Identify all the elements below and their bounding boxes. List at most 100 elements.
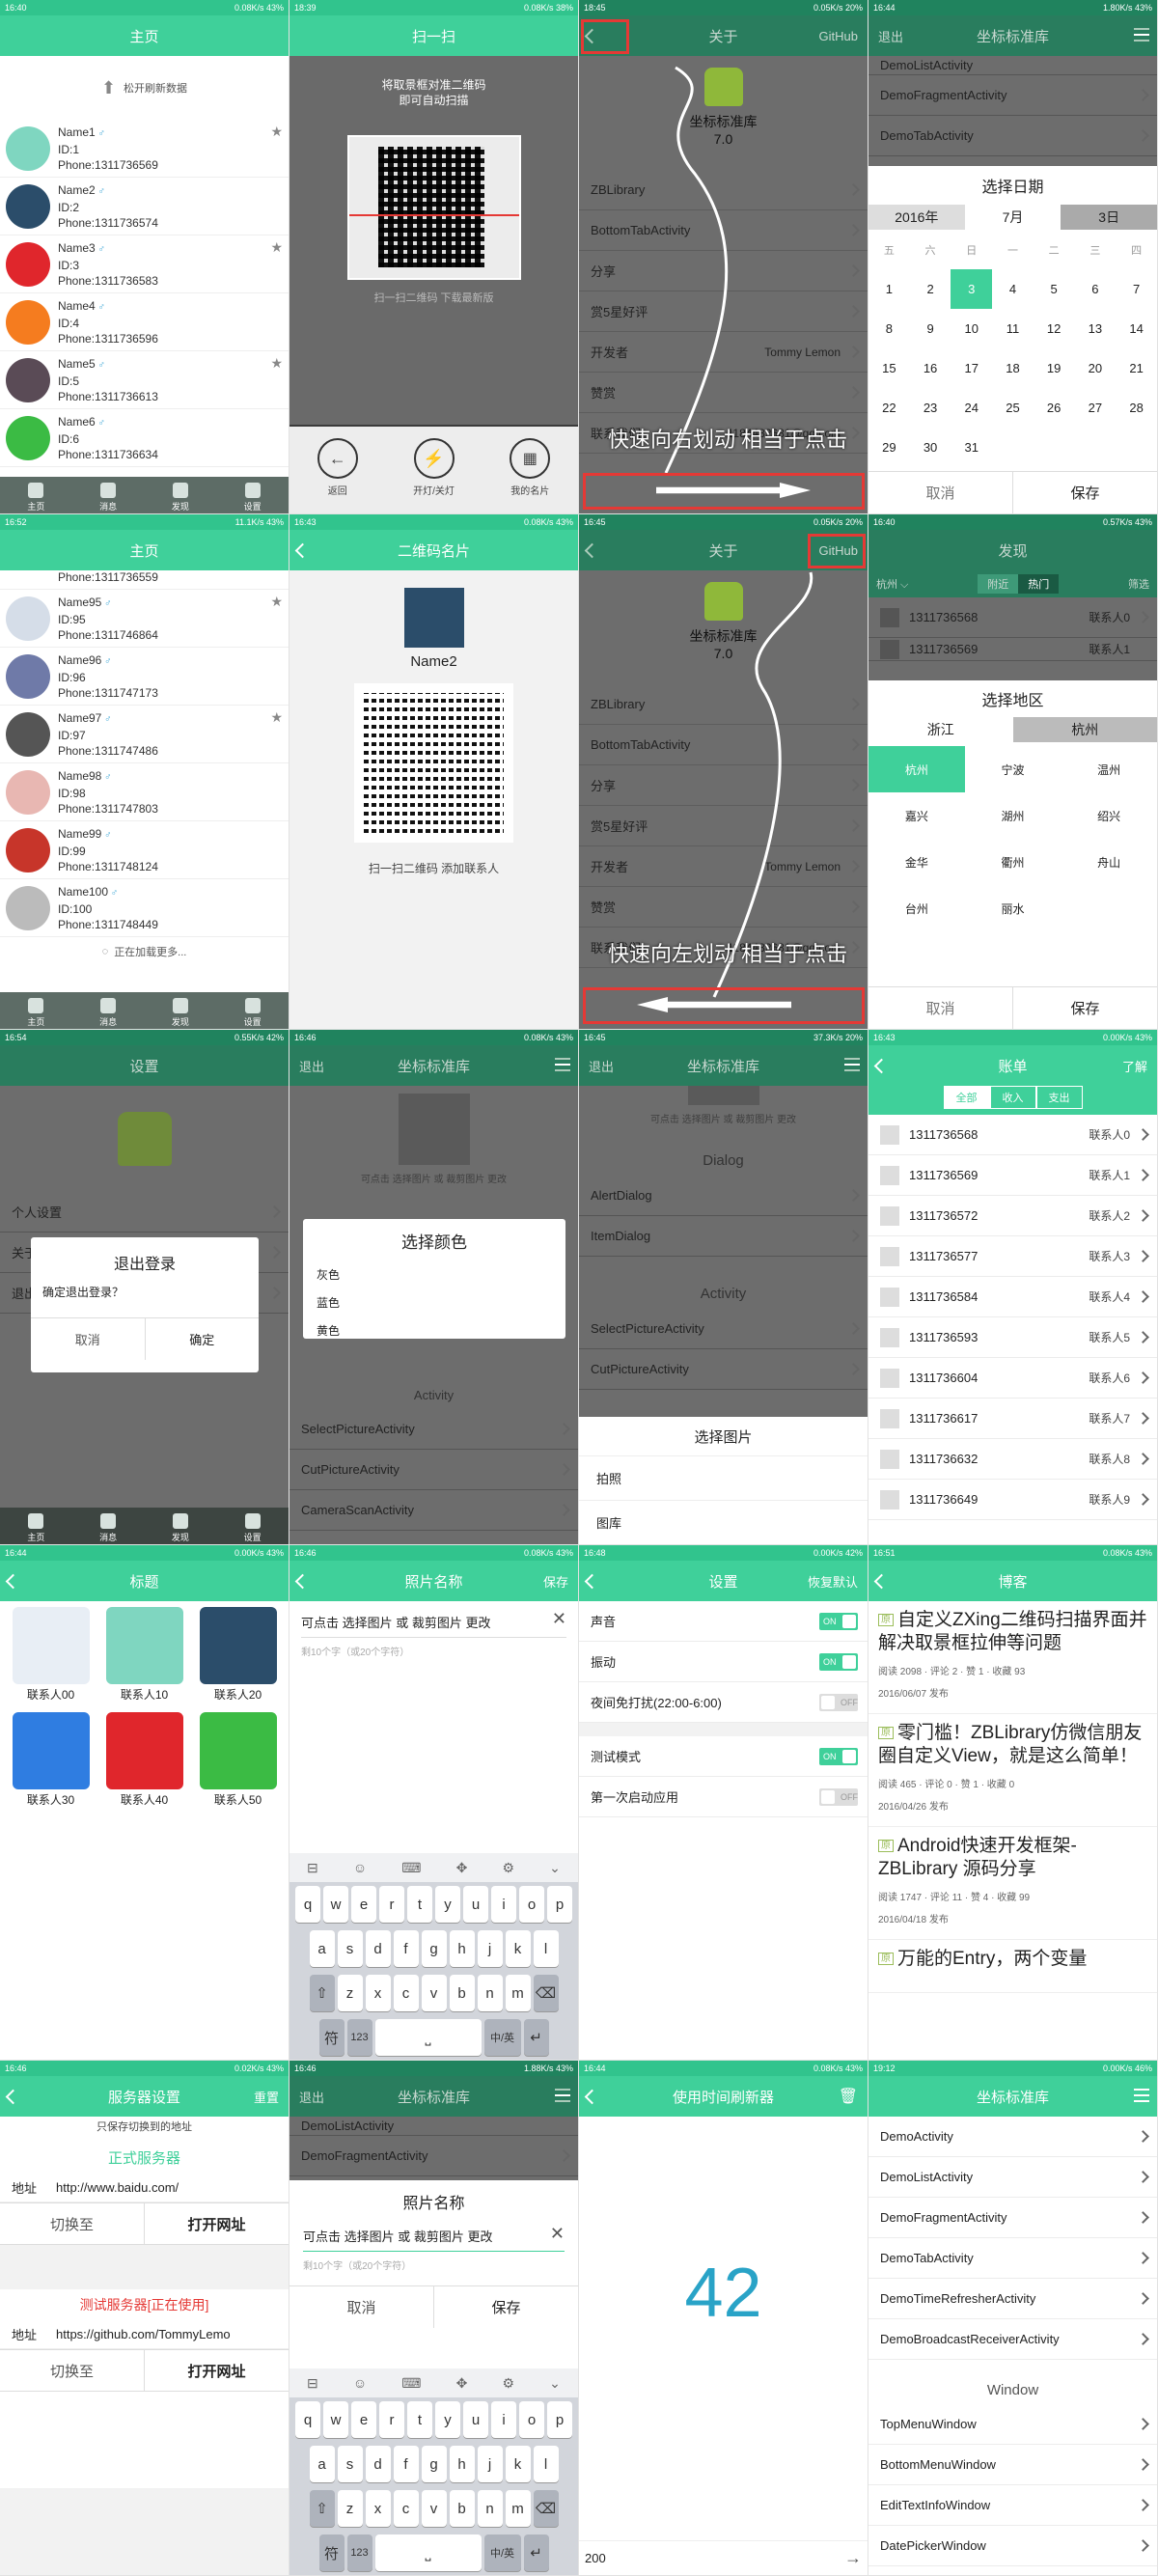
bill-row[interactable]: 1311736584 联系人4 [868,1277,1157,1317]
name-input[interactable]: 可点击 选择图片 或 裁剪图片 更改 [301,1613,566,1638]
city-cell[interactable]: 衢州 [965,839,1062,885]
key[interactable]: m [505,2490,531,2527]
my-card-button[interactable]: ▦ 我的名片 [510,438,551,497]
day-cell[interactable]: 20 [1075,348,1117,388]
segment-expense[interactable]: 支出 [1035,1086,1083,1109]
back-chevron-icon[interactable] [584,542,600,558]
blog-post[interactable]: 原 Android快速开发框架-ZBLibrary 源码分享 阅读 1747 · 评… [868,1827,1157,1941]
city-tab[interactable]: 杭州 [1012,717,1157,742]
list-item[interactable]: DemoListActivity [290,2117,578,2136]
reset-defaults-button[interactable]: 恢复默认 [808,1572,858,1591]
back-chevron-icon[interactable] [5,2089,21,2104]
blog-post[interactable]: 原零门槛！ZBLibrary仿微信朋友圈自定义View，就是这么简单！ 阅读 46… [868,1714,1157,1828]
user-row[interactable]: Name4 ♂ ID:4 Phone:1311736596 [0,293,289,351]
cancel-button[interactable]: 取消 [868,987,1012,1029]
tab-home[interactable]: 主页 [0,1508,72,1544]
day-cell[interactable]: 10 [951,309,992,348]
space-key[interactable]: ⎵ [374,2534,482,2571]
tab-discover[interactable]: 发现 [145,1508,217,1544]
key[interactable]: f [393,1930,419,1967]
key[interactable]: z [337,1975,363,2011]
bill-row[interactable]: 1311736569 联系人1 [868,1155,1157,1196]
symbol-key[interactable]: 符 [318,2019,345,2056]
switch-prod-button[interactable]: 切换至 [0,2203,144,2244]
clear-icon[interactable]: ✕ [550,2224,565,2244]
key[interactable]: i [491,1886,516,1923]
flash-toggle-button[interactable]: ⚡ 开灯/关灯 [413,438,455,497]
day-cell[interactable]: 21 [1116,348,1157,388]
emoji-icon[interactable]: ☺ [353,2375,367,2391]
list-item[interactable]: DemoBroadcastReceiverActivity [868,2319,1157,2360]
bill-row[interactable]: 1311736617 联系人7 [868,1399,1157,1439]
key[interactable]: g [421,2446,447,2482]
day-cell[interactable]: 15 [868,348,910,388]
back-button[interactable]: ← 返回 [317,438,358,497]
tab-home[interactable]: 主页 [0,992,72,1029]
day-selector[interactable]: 3日 [1061,205,1157,230]
cursor-icon[interactable]: ✥ [456,1860,468,1876]
key[interactable]: m [505,1975,531,2011]
key[interactable]: k [505,1930,531,1967]
back-chevron-icon[interactable] [873,1058,890,1073]
reset-button[interactable]: 重置 [254,2088,279,2106]
back-chevron-icon[interactable] [294,542,311,558]
bill-row[interactable]: 1311736593 联系人5 [868,1317,1157,1358]
sheet-option-gallery[interactable]: 图库 [579,1500,868,1544]
open-test-url-button[interactable]: 打开网址 [144,2350,289,2391]
key[interactable]: r [379,2401,404,2438]
list-item[interactable]: DemoListActivity [868,2157,1157,2198]
key[interactable]: l [533,1930,559,1967]
city-cell[interactable]: 台州 [868,885,965,931]
user-row[interactable]: Name96 ♂ ID:96 Phone:1311747173 [0,648,289,706]
tab-messages[interactable]: 消息 [72,477,145,513]
city-dropdown[interactable]: 杭州 ⌵ [876,576,908,592]
shift-key[interactable]: ⇧ [309,1975,335,2011]
tab-messages[interactable]: 消息 [72,992,145,1029]
back-chevron-icon[interactable] [584,2089,600,2104]
day-cell[interactable]: 23 [910,388,951,428]
key[interactable]: z [337,2490,363,2527]
list-item[interactable]: 1311736568 联系人0 [868,597,1157,638]
space-key[interactable]: ⎵ [374,2019,482,2056]
ime-icon[interactable]: ⊟ [307,2375,318,2392]
day-cell[interactable]: 18 [992,348,1034,388]
tab-home[interactable]: 主页 [0,477,72,513]
list-item[interactable]: WebViewActivity [290,1531,578,1544]
back-chevron-icon[interactable] [5,1573,21,1589]
backspace-key[interactable]: ⌫ [533,1975,559,2011]
grid-item[interactable]: 联系人30 [4,1712,97,1808]
number-key[interactable]: 123 [346,2534,372,2571]
key[interactable]: h [449,1930,475,1967]
day-cell[interactable]: 4 [992,269,1034,309]
key[interactable]: q [295,1886,320,1923]
key[interactable]: q [295,2401,320,2438]
day-cell[interactable]: 24 [951,388,992,428]
cancel-button[interactable]: 取消 [290,2286,433,2328]
bill-row[interactable]: 1311736604 联系人6 [868,1358,1157,1399]
key[interactable]: c [393,2490,419,2527]
key[interactable]: v [421,1975,447,2011]
key[interactable]: c [393,1975,419,2011]
key[interactable]: b [449,2490,475,2527]
day-cell[interactable]: 7 [1116,269,1157,309]
key[interactable]: t [407,2401,432,2438]
toggle-switch[interactable]: OFF [819,1787,858,1806]
github-button[interactable]: GitHub [819,29,858,43]
color-option[interactable]: 黄色 [303,1316,565,1344]
sheet-option-camera[interactable]: 拍照 [579,1455,868,1500]
menu-icon[interactable] [1134,28,1149,42]
user-row[interactable]: Name2 ♂ ID:2 Phone:1311736574 [0,178,289,235]
key[interactable]: n [477,1975,503,2011]
collapse-icon[interactable]: ⌄ [549,1860,561,1876]
key[interactable]: e [351,2401,376,2438]
day-cell[interactable]: 31 [951,428,992,467]
user-row[interactable]: Name97 ♂ ID:97 Phone:1311747486 ★ [0,706,289,763]
province-tab[interactable]: 浙江 [868,717,1013,742]
save-button[interactable]: 保存 [1012,987,1157,1029]
menu-icon[interactable] [844,1058,860,1071]
tab-messages[interactable]: 消息 [72,1508,145,1544]
keyboard-icon[interactable]: ⌨ [401,2375,421,2392]
grid-item[interactable]: 联系人50 [191,1712,285,1808]
key[interactable]: j [477,2446,503,2482]
trash-icon[interactable]: 🗑 [839,2087,858,2106]
